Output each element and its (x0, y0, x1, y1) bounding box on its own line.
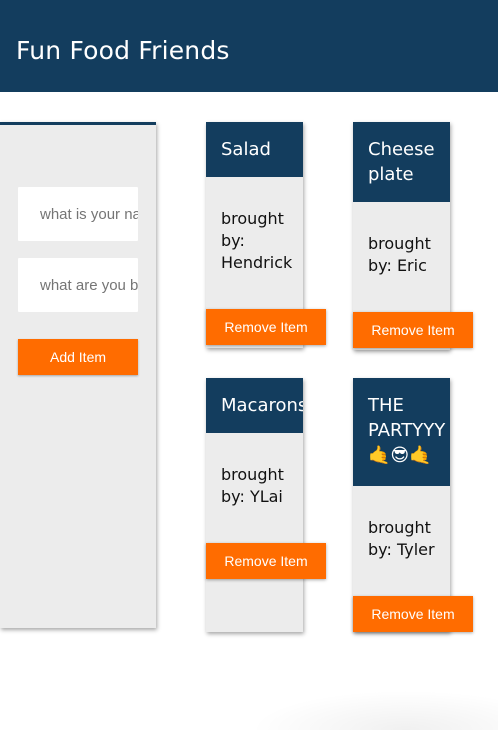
name-input[interactable] (18, 187, 138, 241)
remove-item-button[interactable]: Remove Item (353, 596, 473, 632)
card-brought-by: brought by: Hendrick (221, 209, 293, 272)
card-title: THE PARTYYY 🤙😎🤙 (353, 378, 450, 486)
app-header: Fun Food Friends (0, 0, 498, 92)
food-card: Salad brought by: Hendrick Remove Item (206, 122, 326, 348)
add-item-button[interactable]: Add Item (18, 339, 138, 375)
remove-item-button[interactable]: Remove Item (206, 309, 326, 345)
add-item-form: Add Item (0, 122, 156, 628)
food-card: Cheese plate brought by: Eric Remove Ite… (353, 122, 473, 350)
card-brought-by: brought by: YLai (221, 465, 284, 506)
card-title: Salad (206, 122, 303, 177)
food-card: THE PARTYYY 🤙😎🤙 brought by: Tyler Remove… (353, 378, 473, 632)
card-title: Cheese plate (353, 122, 450, 202)
card-brought-by: brought by: Tyler (368, 518, 435, 559)
remove-item-button[interactable]: Remove Item (206, 543, 326, 579)
item-input[interactable] (18, 258, 138, 312)
bottom-shadow (250, 690, 498, 730)
app-title: Fun Food Friends (16, 36, 230, 65)
food-card: Macarons brought by: YLai Remove Item (206, 378, 326, 632)
card-brought-by: brought by: Eric (368, 234, 431, 275)
card-title: Macarons (206, 378, 303, 433)
remove-item-button[interactable]: Remove Item (353, 312, 473, 348)
